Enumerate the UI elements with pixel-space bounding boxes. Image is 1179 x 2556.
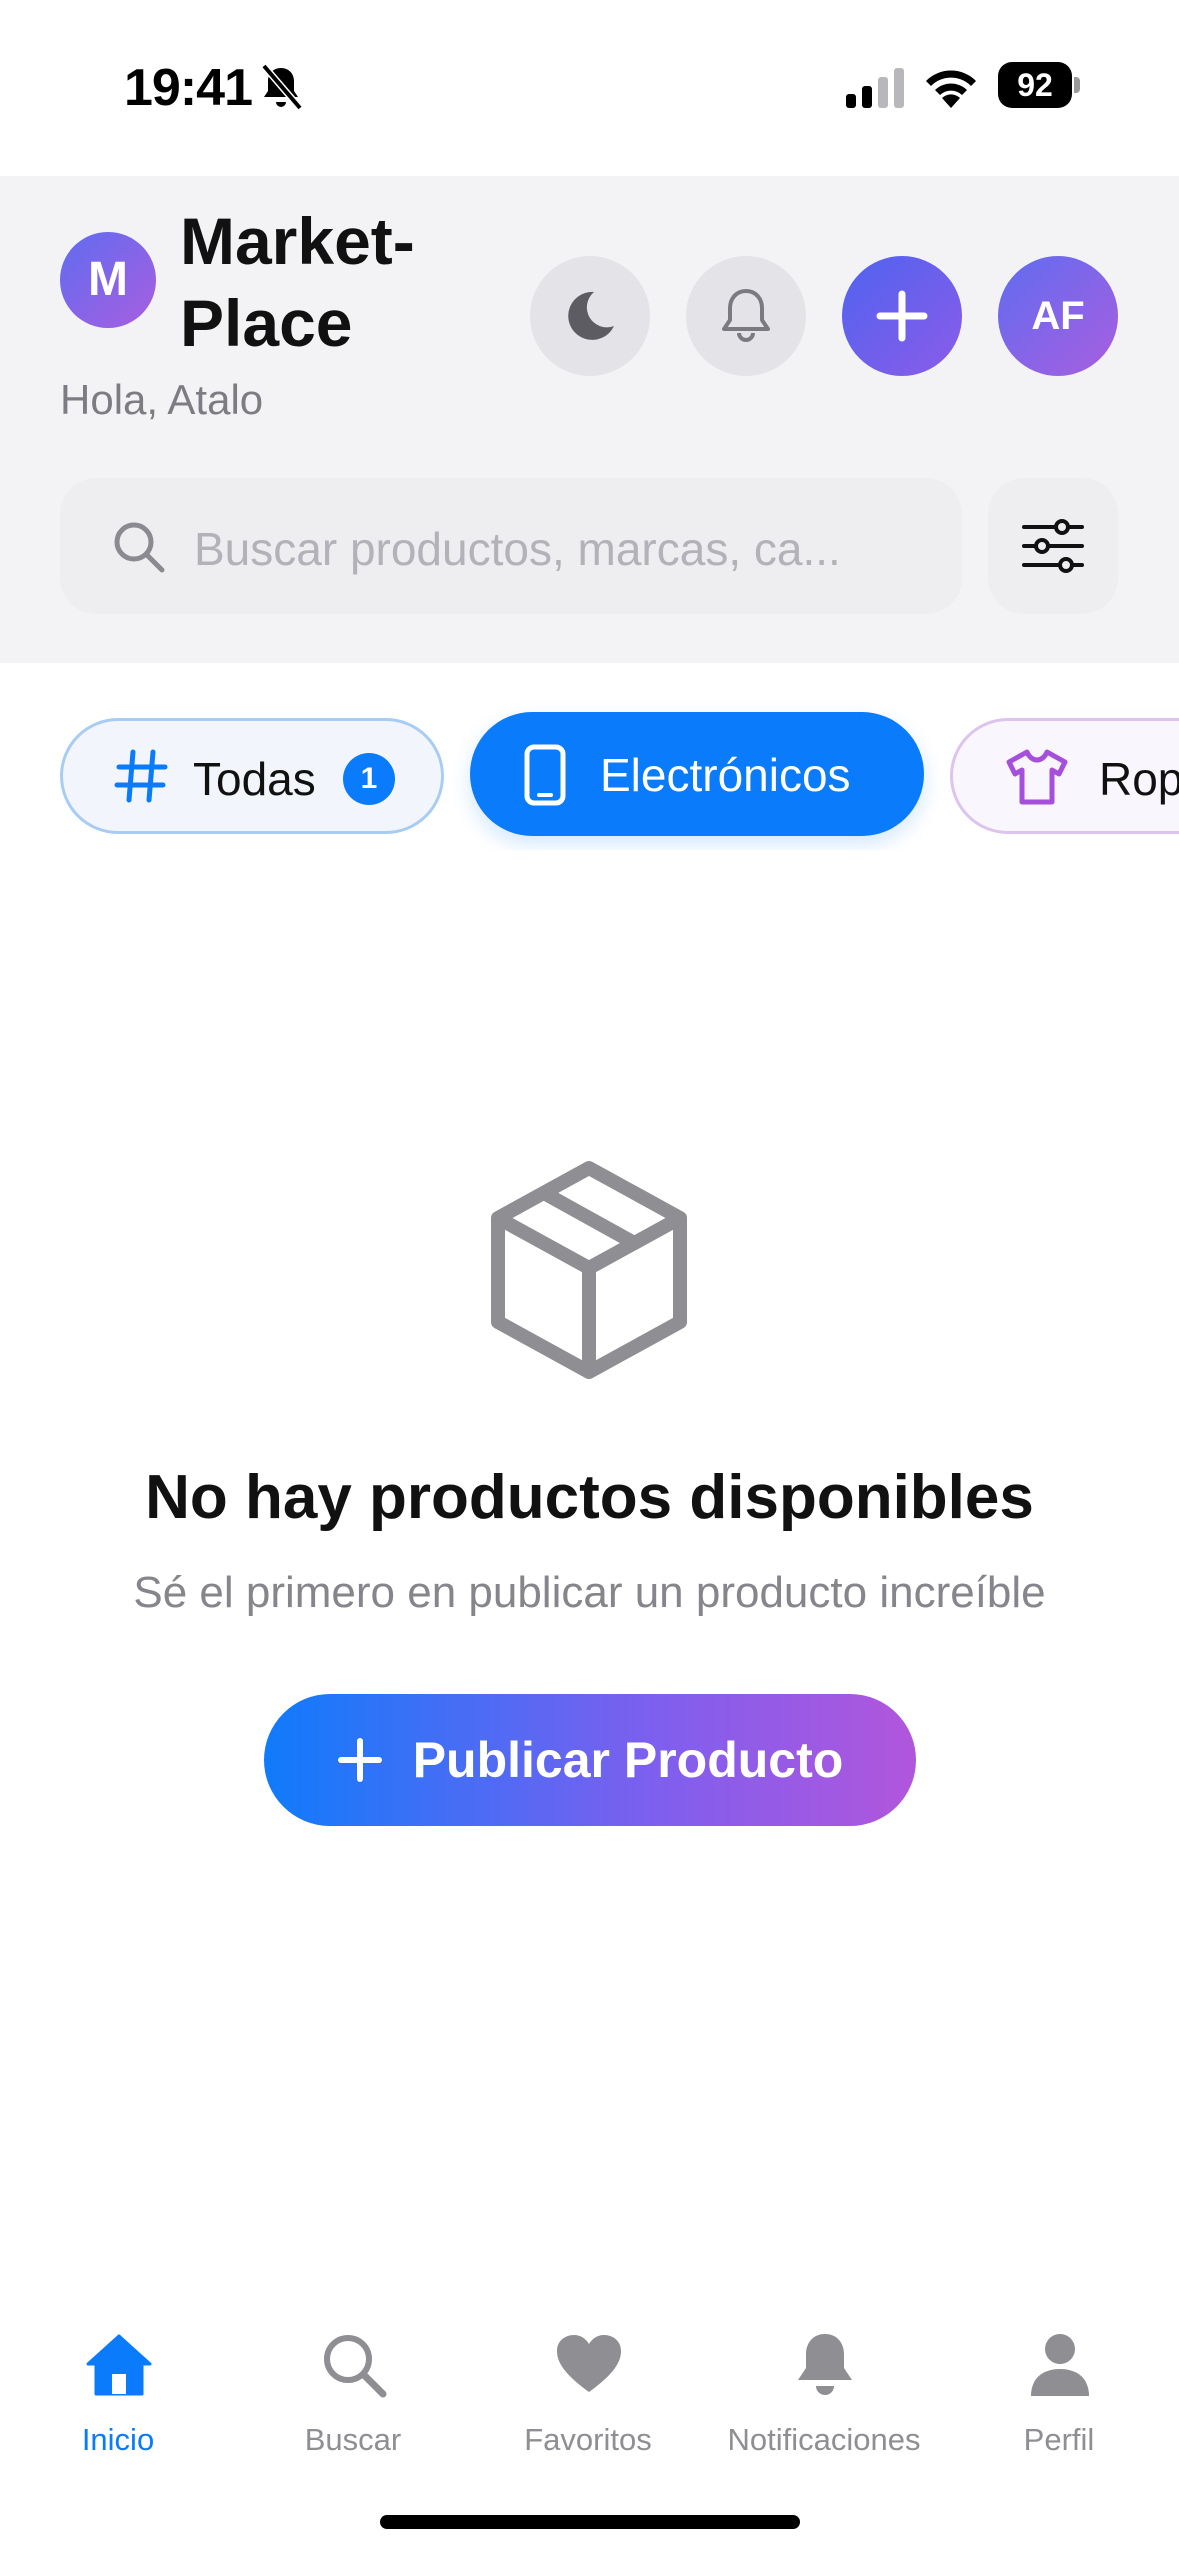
category-chip-label: Todas [193,753,316,805]
category-count-badge: 1 [343,753,395,805]
status-bar: 19:41 92 [0,0,1179,176]
category-chip-ropa[interactable]: Ropa [950,718,1179,834]
app-title-line: Market- [180,204,415,278]
category-chip-label: Ropa [1099,753,1179,805]
tab-label: Favoritos [524,2422,652,2457]
search-icon [114,522,165,573]
battery-indicator: 92 [998,62,1080,108]
tab-label: Notificaciones [727,2422,921,2457]
tab-buscar[interactable]: Buscar [235,2330,471,2480]
wifi-icon [926,70,976,108]
search-icon [324,2335,387,2398]
tab-inicio[interactable]: Inicio [0,2330,236,2480]
search-bar[interactable]: Buscar productos, marcas, ca... [60,478,962,614]
moon-icon [568,291,614,340]
category-chip-todas[interactable]: Todas 1 [60,718,444,834]
header: M Market- Place Hola, Atalo AF Buscar pr… [0,176,1179,663]
search-input[interactable]: Buscar productos, marcas, ca... [194,522,841,576]
tab-label: Inicio [81,2422,155,2457]
home-indicator [380,2515,800,2529]
hashtag-icon [114,749,168,803]
battery-level: 92 [998,62,1072,108]
category-chip-label: Electrónicos [600,749,851,801]
greeting: Hola, Atalo [60,376,264,423]
plus-icon [876,290,928,342]
bell-slash-icon [261,63,303,111]
profile-avatar-button[interactable]: AF [998,256,1118,376]
publish-product-button[interactable]: Publicar Producto [264,1694,916,1826]
tab-perfil[interactable]: Perfil [941,2330,1177,2480]
sliders-icon [1022,519,1084,573]
bell-icon [722,289,770,342]
app-logo: M [60,232,156,328]
box-icon [491,1161,687,1379]
battery-cap [1074,77,1080,93]
tab-favoritos[interactable]: Favoritos [470,2330,706,2480]
publish-product-label: Publicar Producto [412,1732,844,1788]
heart-icon [557,2335,621,2392]
app-title-line: Place [180,286,353,360]
empty-state-subtitle: Sé el primero en publicar un producto in… [133,1568,1046,1617]
plus-icon [337,1738,382,1782]
filter-button[interactable] [988,478,1118,614]
tshirt-icon [1006,749,1068,805]
app-title: Market- Place [180,200,480,364]
theme-toggle-button[interactable] [530,256,650,376]
phone-icon [524,744,566,806]
tab-label: Buscar [304,2422,402,2457]
category-chip-electronicos[interactable]: Electrónicos [470,712,924,836]
tab-label: Perfil [1023,2422,1095,2457]
cellular-signal-icon [846,68,904,108]
home-icon [86,2334,152,2396]
add-product-button[interactable] [842,256,962,376]
person-icon [1031,2334,1089,2396]
category-chips: Todas 1 Electrónicos Ropa [0,700,1179,850]
status-time: 19:41 [124,59,253,117]
notifications-button[interactable] [686,256,806,376]
tab-notificaciones[interactable]: Notificaciones [706,2330,942,2480]
empty-state-title: No hay productos disponibles [145,1463,1034,1532]
bell-icon [798,2334,852,2395]
